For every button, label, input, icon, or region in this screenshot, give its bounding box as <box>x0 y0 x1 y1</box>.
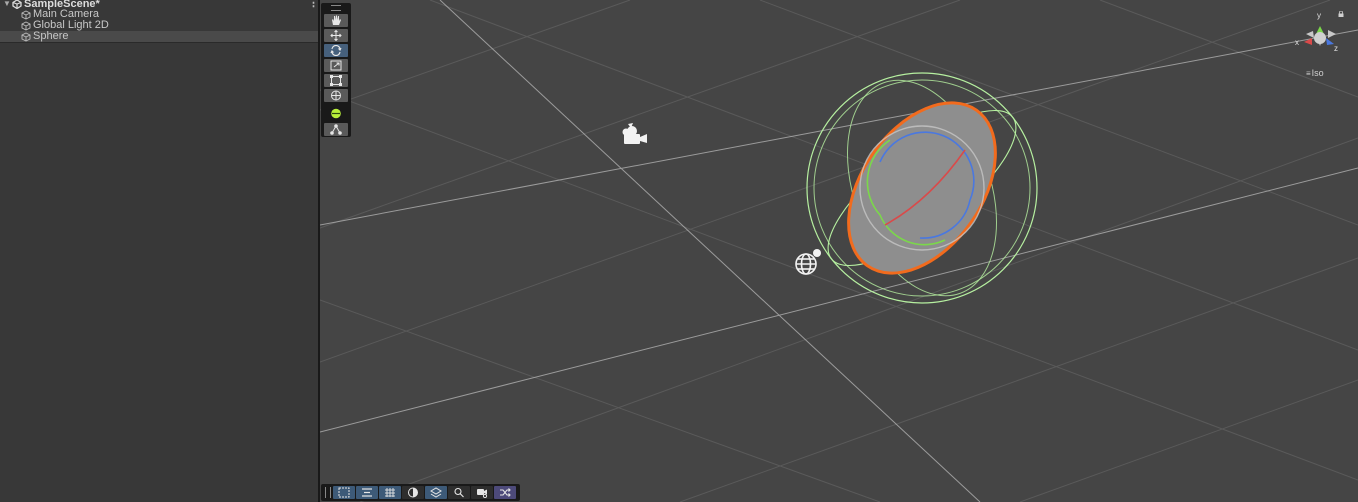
scene-name: SampleScene* <box>24 0 100 10</box>
transform-icon <box>331 90 341 101</box>
rect-icon <box>330 75 342 86</box>
menu-lines-icon: ≡ <box>1306 69 1311 78</box>
collapse-caret-icon[interactable]: ▼ <box>3 0 11 8</box>
shuffle-button[interactable] <box>494 486 516 499</box>
layers-icon <box>430 487 442 498</box>
move-arrows-icon <box>330 30 342 41</box>
overlay-grip[interactable] <box>325 487 331 498</box>
shading-button[interactable] <box>402 486 424 499</box>
scale-icon <box>330 60 342 71</box>
gizmo-z-label: z <box>1334 44 1338 53</box>
shuffle-icon <box>500 488 511 497</box>
transform-tool-button[interactable] <box>324 89 348 102</box>
more-menu-icon[interactable]: ⋮ <box>308 0 318 9</box>
global-light-gizmo-icon[interactable] <box>795 249 821 275</box>
rotate-tool-button[interactable] <box>324 44 348 57</box>
scene-overlay-toolbar <box>321 484 520 501</box>
gizmo-x-label: x <box>1295 38 1299 47</box>
orientation-gizmo[interactable]: y x z <box>1290 10 1350 60</box>
search-button[interactable] <box>448 486 470 499</box>
rotate-icon <box>330 45 342 56</box>
grid-icon <box>385 488 395 497</box>
gizmo-y-label: y <box>1317 11 1321 20</box>
z-axis-cone-icon[interactable] <box>1326 38 1334 45</box>
hand-icon <box>332 15 341 25</box>
sphere-object[interactable] <box>806 59 1038 316</box>
hierarchy-item-label: Sphere <box>33 30 69 42</box>
shading-sphere-icon <box>408 487 418 498</box>
projection-label: Iso <box>1311 68 1324 78</box>
hierarchy-panel: ▼ SampleScene* ⋮ Main Camera Global Ligh… <box>0 0 318 502</box>
scene-viewport[interactable] <box>320 0 1358 502</box>
hierarchy-item-sphere[interactable]: Sphere <box>0 31 318 42</box>
rect-tool-button[interactable] <box>324 74 348 87</box>
grid-button[interactable] <box>379 486 401 499</box>
scale-tool-button[interactable] <box>324 59 348 72</box>
hand-tool-button[interactable] <box>324 14 348 27</box>
lock-icon[interactable] <box>1338 11 1344 17</box>
align-button[interactable] <box>356 486 378 499</box>
pivot-tool-button[interactable] <box>324 123 348 136</box>
camera-settings-icon <box>477 489 488 498</box>
hierarchy-divider <box>0 42 318 43</box>
align-icon <box>362 488 372 497</box>
gameobject-cube-icon <box>21 32 31 42</box>
projection-toggle[interactable]: ≡Iso <box>1306 68 1324 78</box>
magnifier-icon <box>454 487 464 498</box>
scene-grid <box>320 0 1358 502</box>
gameobject-cube-icon <box>21 21 31 31</box>
scene-camera-gizmo-icon[interactable] <box>622 123 648 144</box>
x-axis-cone-icon[interactable] <box>1304 38 1312 45</box>
pivot-icon <box>330 124 342 135</box>
custom-tool-button[interactable] <box>324 107 348 120</box>
layers-button[interactable] <box>425 486 447 499</box>
rect-select-button[interactable] <box>333 486 355 499</box>
green-sphere-icon <box>331 108 341 119</box>
tools-overlay <box>321 3 351 137</box>
rect-select-icon <box>338 487 350 498</box>
overlay-grip[interactable] <box>331 5 341 11</box>
unity-scene-icon <box>12 0 22 9</box>
scene-camera-button[interactable] <box>471 486 493 499</box>
move-tool-button[interactable] <box>324 29 348 42</box>
gameobject-cube-icon <box>21 10 31 20</box>
